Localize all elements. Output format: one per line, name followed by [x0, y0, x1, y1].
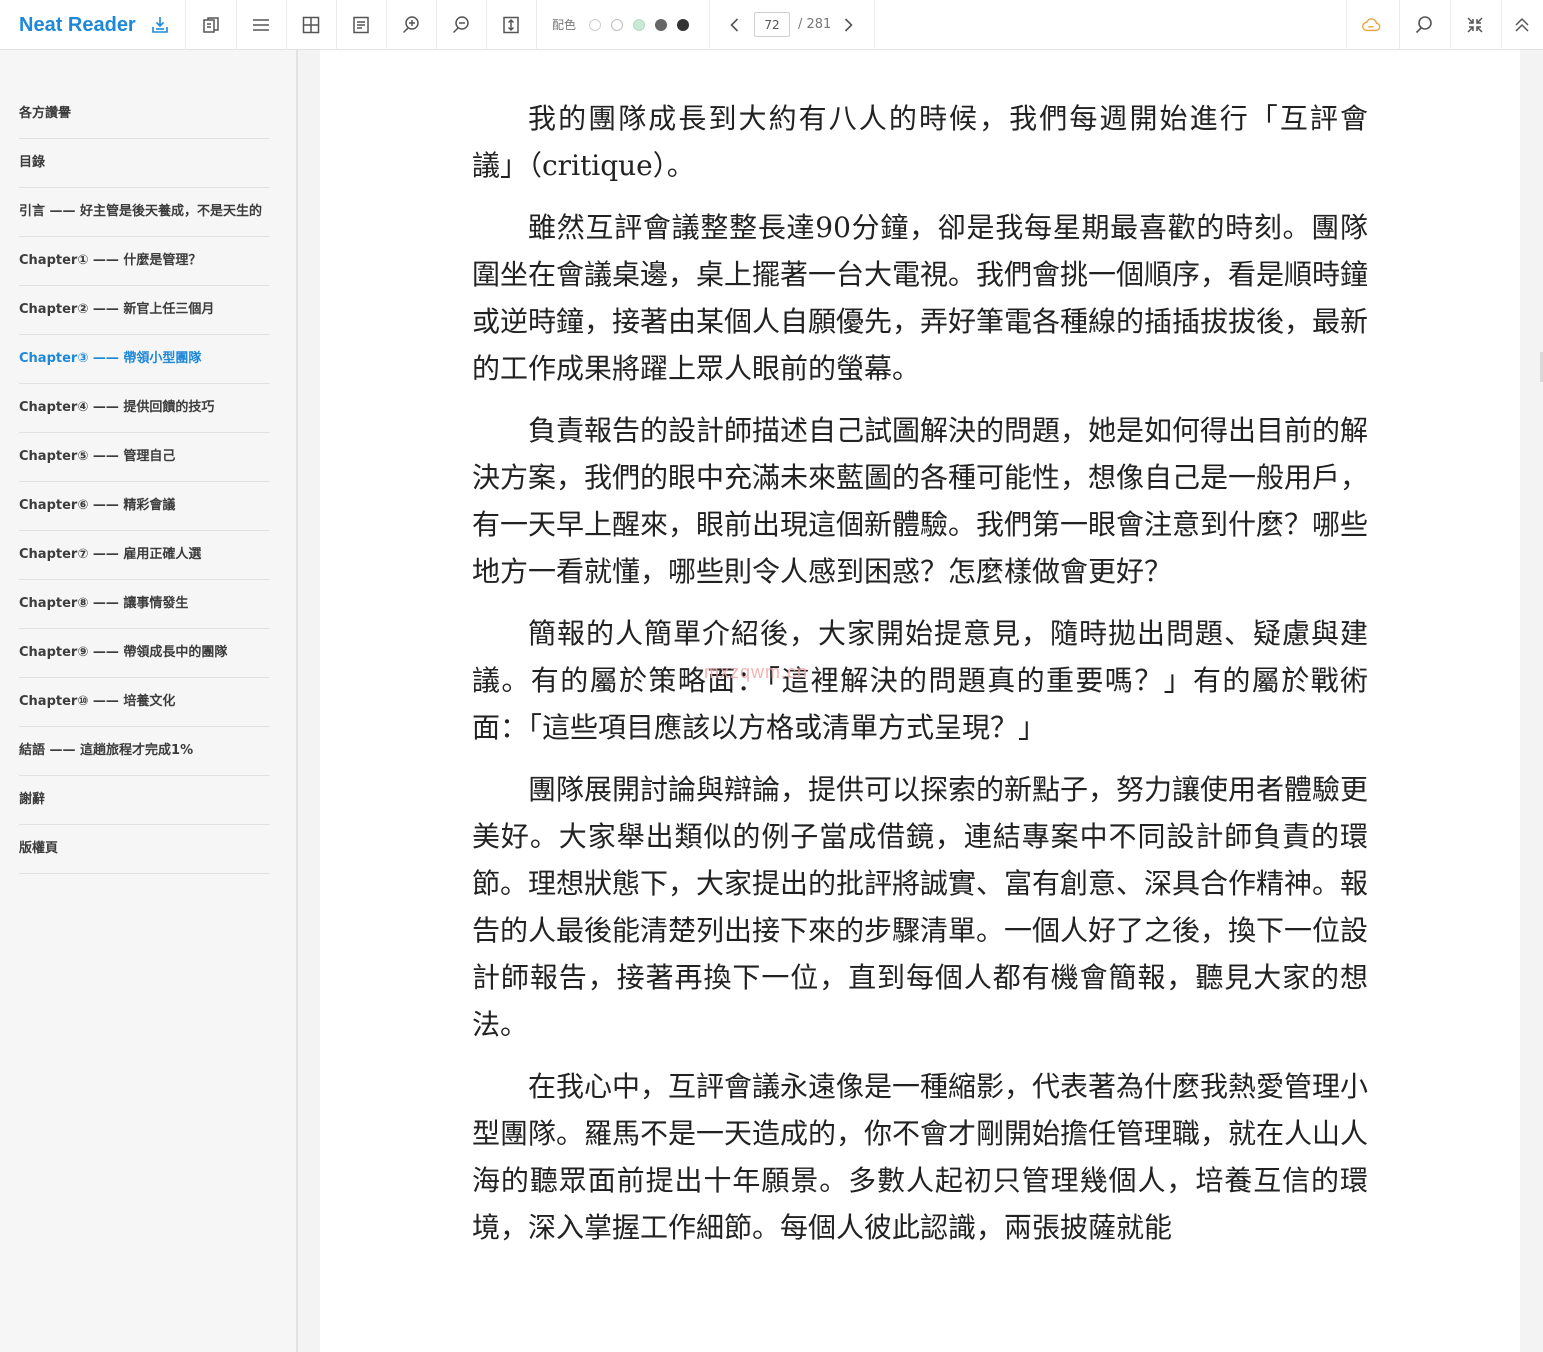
page-text: 我的團隊成長到大約有八人的時候，我們每週開始進行「互評會議」（critique）…	[472, 95, 1368, 1266]
toc-item-contents[interactable]: 目錄	[19, 139, 270, 188]
paragraph: 我的團隊成長到大約有八人的時候，我們每週開始進行「互評會議」（critique）…	[472, 102, 1368, 182]
library-icon[interactable]	[186, 0, 236, 50]
toc-item-chapter-2[interactable]: Chapter② —— 新官上任三個月	[19, 286, 270, 335]
hide-toolbar-icon[interactable]	[1501, 0, 1543, 50]
toc-item-chapter-7[interactable]: Chapter⑦ —— 雇用正確人選	[19, 531, 270, 580]
collapse-icon[interactable]	[1450, 0, 1500, 50]
grid-icon[interactable]	[286, 0, 336, 50]
theme-swatch-green[interactable]	[633, 19, 645, 31]
fit-height-icon[interactable]	[486, 0, 536, 50]
toc-item-acknowledgements[interactable]: 謝辭	[19, 776, 270, 825]
theme-swatch-gray[interactable]	[655, 19, 667, 31]
toc-item-chapter-10[interactable]: Chapter⑩ —— 培養文化	[19, 678, 270, 727]
toc-item-copyright[interactable]: 版權頁	[19, 825, 270, 874]
zoom-in-icon[interactable]	[386, 0, 436, 50]
watermark: mxzqwm.cn	[704, 662, 809, 682]
toc-item-introduction[interactable]: 引言 —— 好主管是後天養成，不是天生的	[19, 188, 270, 237]
toc-item-chapter-4[interactable]: Chapter④ —— 提供回饋的技巧	[19, 384, 270, 433]
page-number-input[interactable]	[754, 12, 790, 37]
import-icon[interactable]	[135, 0, 185, 50]
paragraph: 負責報告的設計師描述自己試圖解決的問題，她是如何得出目前的解決方案，我們的眼中充…	[472, 414, 1369, 588]
search-icon[interactable]	[1399, 0, 1449, 50]
toc-list: 各方讚譽 目錄 引言 —— 好主管是後天養成，不是天生的 Chapter① ——…	[19, 90, 270, 874]
notes-icon[interactable]	[336, 0, 386, 50]
cloud-sync-icon[interactable]	[1346, 0, 1396, 50]
theme-swatch-dark[interactable]	[677, 19, 689, 31]
zoom-out-icon[interactable]	[436, 0, 486, 50]
toc-item-praise[interactable]: 各方讚譽	[19, 90, 270, 139]
toc-item-chapter-8[interactable]: Chapter⑧ —— 讓事情發生	[19, 580, 270, 629]
toc-item-chapter-1[interactable]: Chapter① —— 什麼是管理？	[19, 237, 270, 286]
toc-item-chapter-5[interactable]: Chapter⑤ —— 管理自己	[19, 433, 270, 482]
toc-item-chapter-9[interactable]: Chapter⑨ —— 帶領成長中的團隊	[19, 629, 270, 678]
book-page: 我的團隊成長到大約有八人的時候，我們每週開始進行「互評會議」（critique）…	[320, 50, 1520, 1352]
menu-icon[interactable]	[236, 0, 286, 50]
prev-page-icon[interactable]	[712, 0, 758, 50]
paragraph: 團隊展開討論與辯論，提供可以探索的新點子，努力讓使用者體驗更美好。大家舉出類似的…	[472, 773, 1369, 1041]
paragraph: 在我心中，互評會議永遠像是一種縮影，代表著為什麼我熱愛管理小型團隊。羅馬不是一天…	[472, 1070, 1369, 1244]
table-of-contents-sidebar: 各方讚譽 目錄 引言 —— 好主管是後天養成，不是天生的 Chapter① ——…	[0, 50, 298, 1352]
toolbar: Neat Reader 配色 / 281	[0, 0, 1543, 50]
color-scheme-label: 配色	[552, 18, 577, 32]
toc-item-chapter-3[interactable]: Chapter③ —— 帶領小型團隊	[19, 335, 270, 384]
toc-item-conclusion[interactable]: 結語 —— 這趟旅程才完成1%	[19, 727, 270, 776]
paragraph: 簡報的人簡單介紹後，大家開始提意見，隨時拋出問題、疑慮與建議。有的屬於策略面：「…	[472, 617, 1368, 744]
next-page-icon[interactable]	[825, 0, 871, 50]
app-title: Neat Reader	[19, 14, 136, 36]
paragraph: 雖然互評會議整整長達90分鐘，卻是我每星期最喜歡的時刻。團隊圍坐在會議桌邊，桌上…	[472, 211, 1369, 385]
theme-swatch-light[interactable]	[611, 19, 623, 31]
theme-swatch-white[interactable]	[589, 19, 601, 31]
toc-item-chapter-6[interactable]: Chapter⑥ —— 精彩會議	[19, 482, 270, 531]
